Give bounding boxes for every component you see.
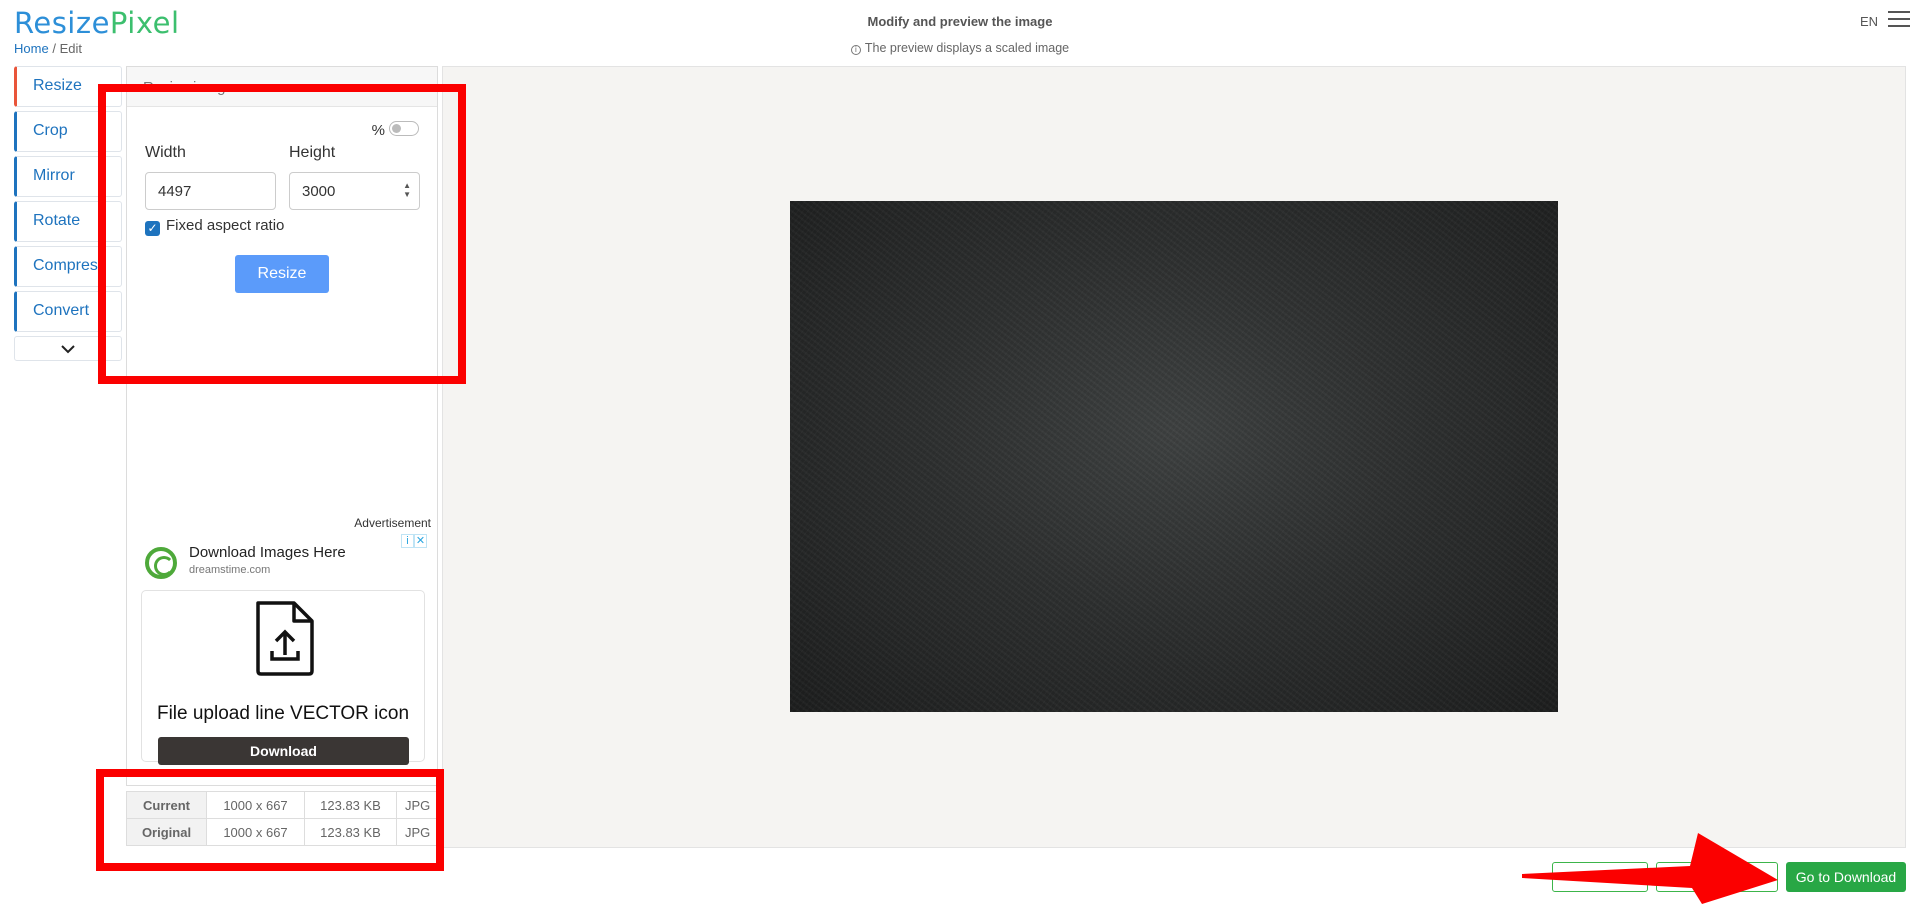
original-dimensions: 1000 x 667: [206, 818, 305, 846]
ad-domain[interactable]: dreamstime.com: [189, 564, 270, 576]
height-stepper[interactable]: ▲ ▼: [403, 181, 411, 199]
page-title: Modify and preview the image: [867, 14, 1053, 29]
current-format: JPG: [395, 791, 440, 819]
ad-download-button[interactable]: Download: [158, 737, 409, 765]
fixed-ratio-checkbox[interactable]: ✓: [145, 221, 160, 236]
nav-item-crop[interactable]: Crop: [14, 111, 122, 152]
row-label-current: Current: [126, 791, 207, 819]
nav-item-rotate[interactable]: Rotate: [14, 201, 122, 242]
height-label: Height: [289, 144, 336, 161]
chevron-down-icon: [61, 345, 75, 354]
resize-button[interactable]: Resize: [235, 255, 329, 293]
height-field-value: 3000: [302, 183, 336, 200]
fixed-ratio-row[interactable]: ✓ Fixed aspect ratio: [145, 217, 284, 236]
original-format: JPG: [395, 818, 440, 846]
table-row: Original 1000 x 667 123.83 KB JPG: [126, 818, 440, 846]
page-subtitle-text: The preview displays a scaled image: [864, 41, 1070, 55]
tool-nav: Resize Crop Mirror Rotate Compress Conve…: [14, 66, 122, 361]
preview-image: [790, 201, 1558, 712]
nav-item-resize[interactable]: Resize: [14, 66, 122, 107]
ad-card-title: File upload line VECTOR icon: [156, 703, 410, 724]
original-size: 123.83 KB: [304, 818, 397, 846]
go-to-download-button[interactable]: Go to Download: [1786, 862, 1906, 892]
file-upload-icon: [256, 601, 314, 676]
ad-card[interactable]: File upload line VECTOR icon Download: [141, 590, 425, 765]
ad-close-icon[interactable]: ✕: [414, 534, 427, 548]
nav-item-compress[interactable]: Compress: [14, 246, 122, 287]
page: ResizePixel Home / Edit Modify and previ…: [0, 0, 1920, 904]
percent-toggle[interactable]: [389, 121, 419, 136]
width-field[interactable]: 4497: [145, 172, 276, 210]
ad-title[interactable]: Download Images Here: [189, 544, 346, 561]
nav-more-button[interactable]: [14, 336, 122, 361]
row-label-original: Original: [126, 818, 207, 846]
percent-toggle-row: %: [372, 121, 419, 139]
percent-label: %: [371, 122, 385, 139]
ad-logo-icon: [145, 547, 177, 579]
page-subtitle: i The preview displays a scaled image: [0, 41, 1920, 55]
secondary-action-button[interactable]: [1552, 862, 1648, 892]
nav-item-mirror[interactable]: Mirror: [14, 156, 122, 197]
current-size: 123.83 KB: [304, 791, 397, 819]
current-dimensions: 1000 x 667: [206, 791, 305, 819]
resize-panel: Resize image % Width Height 4497 3000 ▲ ▼…: [126, 66, 438, 786]
ad-label: Advertisement: [354, 516, 431, 530]
table-row: Current 1000 x 667 123.83 KB JPG: [126, 791, 440, 819]
hamburger-menu-icon[interactable]: [1888, 11, 1910, 29]
width-label: Width: [145, 144, 186, 161]
ad-choices[interactable]: i ✕: [401, 534, 431, 550]
panel-heading: Resize image: [127, 67, 437, 107]
height-field[interactable]: 3000 ▲ ▼: [289, 172, 420, 210]
secondary-action-button-2[interactable]: [1656, 862, 1778, 892]
info-icon: i: [850, 45, 861, 55]
ad-info-icon[interactable]: i: [401, 534, 414, 548]
fixed-ratio-label: Fixed aspect ratio: [166, 217, 285, 234]
language-selector[interactable]: EN: [1860, 14, 1878, 29]
image-info-table: Current 1000 x 667 123.83 KB JPG Origina…: [126, 791, 440, 846]
nav-item-convert[interactable]: Convert: [14, 291, 122, 332]
